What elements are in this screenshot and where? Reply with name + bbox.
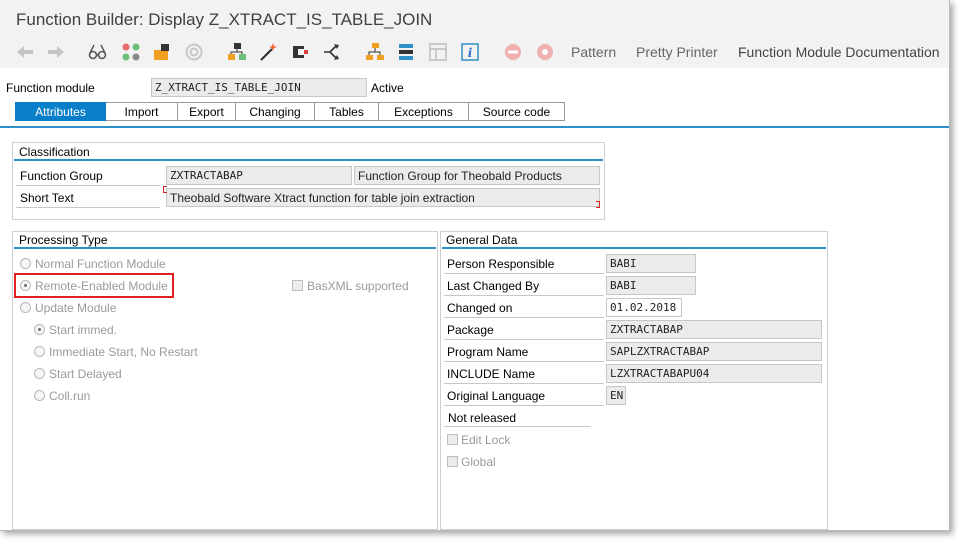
processing-type-title: Processing Type [19, 233, 108, 247]
svg-text:i: i [468, 46, 473, 60]
split-arrows-icon[interactable] [322, 42, 342, 62]
person-responsible-line [444, 273, 604, 274]
basxml-supported-label: BasXML supported [307, 279, 409, 293]
short-text-field[interactable]: Theobald Software Xtract function for ta… [166, 188, 600, 207]
start-delayed-radio[interactable] [34, 368, 45, 379]
program-name-line [444, 361, 604, 362]
original-language-line [444, 405, 604, 406]
last-changed-by-line [444, 295, 604, 296]
original-language-field[interactable]: EN [606, 386, 626, 405]
window-title: Function Builder: Display Z_XTRACT_IS_TA… [16, 10, 433, 29]
function-module-documentation-button[interactable]: Function Module Documentation [738, 44, 940, 60]
application-toolbar: i Pattern Pretty Printer Function Module… [0, 38, 949, 68]
normal-function-module-radio[interactable] [20, 258, 31, 269]
include-name-field[interactable]: LZXTRACTABAPU04 [606, 364, 822, 383]
tree-icon[interactable] [365, 42, 385, 62]
layout-icon[interactable] [428, 42, 448, 62]
tab-tables[interactable]: Tables [315, 102, 379, 121]
function-builder-window: Function Builder: Display Z_XTRACT_IS_TA… [0, 0, 950, 531]
classification-title-line [14, 159, 603, 161]
basxml-supported-checkbox[interactable] [292, 280, 303, 291]
function-group-description: Function Group for Theobald Products [354, 166, 600, 185]
changed-on-label: Changed on [447, 301, 513, 315]
start-immed-radio[interactable] [34, 324, 45, 335]
remote-enabled-highlight [14, 273, 174, 298]
update-module-radio[interactable] [20, 302, 31, 313]
coll-run-label: Coll.run [49, 389, 91, 403]
not-released-status: Not released [448, 411, 517, 425]
tab-exceptions[interactable]: Exceptions [379, 102, 469, 121]
status-text: Active [371, 81, 404, 95]
tab-export[interactable]: Export [178, 102, 236, 121]
general-data-title-line [442, 247, 826, 249]
immediate-start-no-restart-radio[interactable] [34, 346, 45, 357]
forward-arrow-icon[interactable] [46, 42, 66, 62]
coll-run-radio[interactable] [34, 390, 45, 401]
pretty-printer-button[interactable]: Pretty Printer [636, 44, 718, 60]
clamp-icon[interactable] [290, 42, 310, 62]
changed-on-field[interactable]: 01.02.2018 [606, 298, 682, 317]
person-responsible-label: Person Responsible [447, 257, 555, 271]
molecule-icon[interactable] [121, 42, 141, 62]
function-module-field[interactable]: Z_XTRACT_IS_TABLE_JOIN [151, 78, 367, 97]
function-module-label: Function module [6, 81, 95, 95]
stack-icon[interactable] [396, 42, 416, 62]
glasses-icon[interactable] [88, 42, 108, 62]
start-immed-label: Start immed. [49, 323, 118, 337]
update-module-label: Update Module [35, 301, 117, 315]
tab-strip: Attributes Import Export Changing Tables… [15, 102, 565, 121]
object-icon[interactable] [152, 42, 172, 62]
tab-underline [0, 126, 949, 128]
edit-lock-label: Edit Lock [461, 433, 511, 447]
person-responsible-field[interactable]: BABI [606, 254, 696, 273]
function-group-label-line [16, 185, 160, 186]
tab-changing[interactable]: Changing [236, 102, 315, 121]
include-name-label: INCLUDE Name [447, 367, 536, 381]
function-group-field[interactable]: ZXTRACTABAP [166, 166, 352, 185]
classification-title: Classification [19, 145, 90, 159]
short-text-label-line [16, 207, 160, 208]
short-text-bracket-left [163, 186, 167, 193]
circle-icon[interactable] [184, 42, 204, 62]
info-icon[interactable]: i [460, 42, 480, 62]
gear-icon[interactable] [535, 42, 555, 62]
last-changed-by-field[interactable]: BABI [606, 276, 696, 295]
hierarchy-icon[interactable] [227, 42, 247, 62]
function-group-label: Function Group [20, 169, 103, 183]
package-line [444, 339, 604, 340]
short-text-label: Short Text [20, 191, 74, 205]
include-name-line [444, 383, 604, 384]
magic-wand-icon[interactable] [258, 42, 278, 62]
tab-attributes[interactable]: Attributes [15, 102, 106, 121]
immediate-start-no-restart-label: Immediate Start, No Restart [49, 345, 198, 359]
stop-icon[interactable] [503, 42, 523, 62]
title-bar: Function Builder: Display Z_XTRACT_IS_TA… [0, 0, 949, 38]
general-data-title: General Data [446, 233, 518, 247]
not-released-line [444, 426, 591, 427]
changed-on-line [444, 317, 604, 318]
last-changed-by-label: Last Changed By [447, 279, 540, 293]
package-field[interactable]: ZXTRACTABAP [606, 320, 822, 339]
short-text-bracket-right [596, 201, 600, 208]
tab-source-code[interactable]: Source code [469, 102, 565, 121]
normal-function-module-label: Normal Function Module [35, 257, 166, 271]
global-checkbox[interactable] [447, 456, 458, 467]
start-delayed-label: Start Delayed [49, 367, 122, 381]
program-name-field[interactable]: SAPLZXTRACTABAP [606, 342, 822, 361]
edit-lock-checkbox[interactable] [447, 434, 458, 445]
package-label: Package [447, 323, 494, 337]
global-label: Global [461, 455, 496, 469]
pattern-button[interactable]: Pattern [571, 44, 616, 60]
tab-import[interactable]: Import [106, 102, 178, 121]
program-name-label: Program Name [447, 345, 529, 359]
processing-type-title-line [14, 247, 436, 249]
back-arrow-icon[interactable] [15, 42, 35, 62]
original-language-label: Original Language [447, 389, 546, 403]
